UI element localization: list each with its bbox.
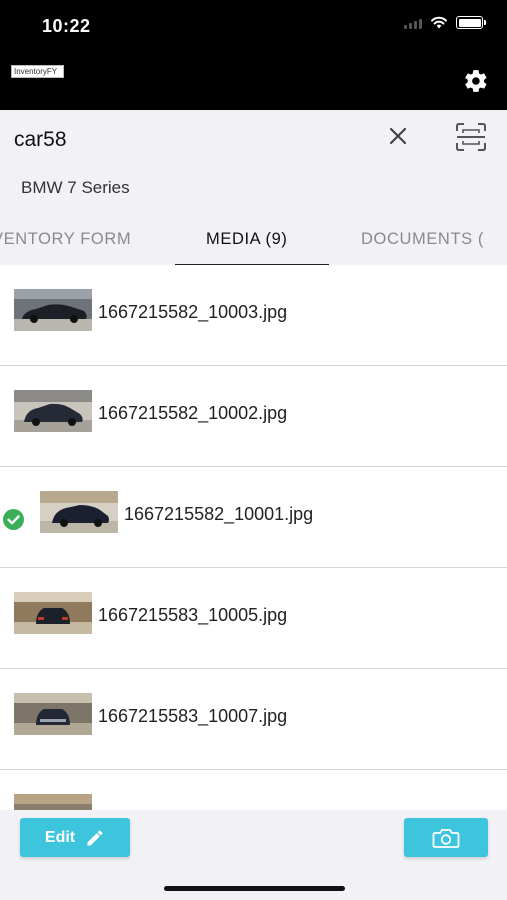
list-item[interactable]: 1667215583_10007.jpg bbox=[0, 669, 507, 770]
file-name: 1667215583_10007.jpg bbox=[98, 706, 288, 726]
edit-button[interactable]: Edit bbox=[20, 818, 130, 857]
list-item[interactable]: 1667215582_10001.jpg bbox=[0, 467, 507, 568]
check-circle-icon bbox=[3, 509, 24, 530]
tab-media[interactable]: MEDIA (9) bbox=[206, 230, 288, 249]
media-list[interactable]: 1667215582_10003.jpg 1667215582_10002.jp… bbox=[0, 265, 507, 810]
home-indicator bbox=[164, 886, 345, 891]
battery-icon bbox=[456, 16, 486, 29]
status-time: 10:22 bbox=[42, 16, 91, 36]
close-icon[interactable] bbox=[386, 124, 410, 148]
scan-icon[interactable] bbox=[454, 122, 488, 152]
vehicle-name: BMW 7 Series bbox=[21, 178, 130, 197]
car-thumbnail bbox=[40, 491, 118, 533]
camera-button[interactable] bbox=[404, 818, 488, 857]
bottom-action-bar: Edit bbox=[0, 810, 507, 900]
search-panel: car58 BMW 7 Series VENTORY FORM MEDIA (9… bbox=[0, 110, 507, 268]
list-item[interactable] bbox=[0, 770, 507, 810]
app-header: 10:22 InventoryFY bbox=[0, 0, 507, 110]
app-logo: InventoryFY bbox=[11, 65, 64, 78]
status-icons bbox=[404, 16, 486, 29]
cellular-signal-icon bbox=[404, 17, 422, 29]
tab-documents[interactable]: DOCUMENTS ( bbox=[361, 230, 484, 249]
list-item[interactable]: 1667215582_10002.jpg bbox=[0, 366, 507, 467]
car-thumbnail bbox=[14, 794, 92, 810]
list-item[interactable]: 1667215583_10005.jpg bbox=[0, 568, 507, 669]
wifi-icon bbox=[431, 16, 447, 29]
gear-icon[interactable] bbox=[463, 68, 489, 94]
car-thumbnail bbox=[14, 693, 92, 735]
car-thumbnail bbox=[14, 390, 92, 432]
car-thumbnail bbox=[14, 592, 92, 634]
pencil-icon bbox=[87, 829, 103, 845]
search-input[interactable]: car58 bbox=[14, 128, 67, 152]
file-name: 1667215582_10001.jpg bbox=[124, 504, 314, 524]
file-name: 1667215582_10003.jpg bbox=[98, 302, 288, 322]
list-item[interactable]: 1667215582_10003.jpg bbox=[0, 265, 507, 366]
file-name: 1667215582_10002.jpg bbox=[98, 403, 288, 423]
edit-button-label: Edit bbox=[44, 828, 76, 846]
camera-icon bbox=[432, 828, 460, 848]
tab-inventory-form[interactable]: VENTORY FORM bbox=[0, 230, 131, 249]
car-thumbnail bbox=[14, 289, 92, 331]
file-name: 1667215583_10005.jpg bbox=[98, 605, 288, 625]
tab-bar: VENTORY FORM MEDIA (9) DOCUMENTS ( bbox=[0, 222, 507, 268]
